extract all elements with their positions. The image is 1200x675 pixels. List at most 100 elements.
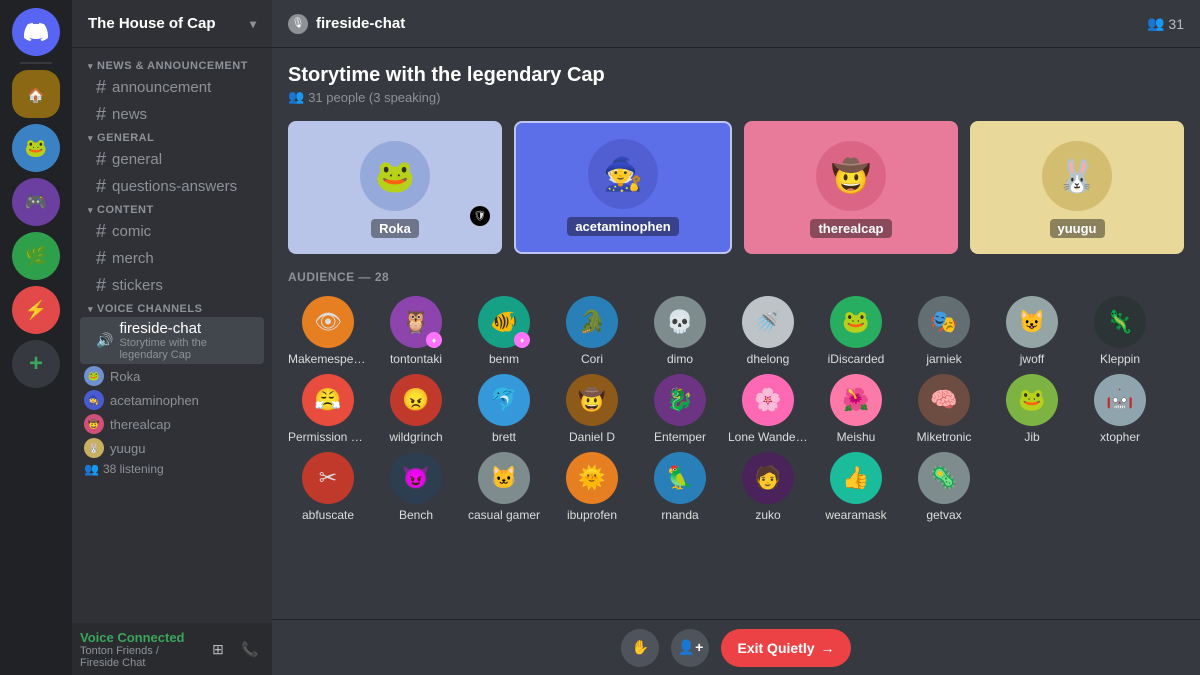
audience-member-jib[interactable]: 🐸Jib (992, 374, 1072, 444)
audience-member-wildgrinch[interactable]: 😠wildgrinch (376, 374, 456, 444)
sound-settings-icon[interactable]: ⊞ (204, 635, 232, 663)
server-2[interactable]: 🐸 (12, 124, 60, 172)
hash-icon: # (96, 221, 106, 242)
server-name: The House of Cap (88, 15, 216, 32)
audience-member-brett[interactable]: 🐬brett (464, 374, 544, 444)
audience-member-abfuscate[interactable]: ✂abfuscate (288, 452, 368, 522)
channel-list: ▾ NEWS & ANNOUNCEMENT # announcement # n… (72, 48, 272, 623)
category-label: GENERAL (97, 132, 154, 144)
audience-member-getvax[interactable]: 🦠getvax (904, 452, 984, 522)
avatar-therealcap: 🤠 (84, 414, 104, 434)
collapse-arrow: ▾ (88, 133, 93, 144)
member-count: 👥 31 (1147, 15, 1184, 32)
audience-name: dhelong (728, 352, 808, 366)
collapse-arrow: ▾ (88, 205, 93, 216)
category-voice[interactable]: ▾ VOICE CHANNELS (72, 299, 272, 317)
server-bar: 🏠 🐸 🎮 🌿 ⚡ + (0, 0, 72, 675)
voice-connected-title: Voice Connected (80, 630, 200, 645)
channel-comic[interactable]: # comic (80, 218, 264, 245)
voice-user-roka[interactable]: 🐸 Roka (80, 364, 272, 388)
audience-member-entemper[interactable]: 🐉Entemper (640, 374, 720, 444)
audience-member-miketronic[interactable]: 🧠Miketronic (904, 374, 984, 444)
audience-member-permission-man[interactable]: 😤Permission Man (288, 374, 368, 444)
channel-questions-answers[interactable]: # questions-answers (80, 173, 264, 200)
audience-avatar: 🌸 (742, 374, 794, 426)
server-4[interactable]: 🌿 (12, 232, 60, 280)
audience-name: benm (464, 352, 544, 366)
audience-avatar: 🐬 (478, 374, 530, 426)
audience-member-bench[interactable]: 😈Bench (376, 452, 456, 522)
audience-member-wearamask[interactable]: 👍wearamask (816, 452, 896, 522)
audience-member-jarniek[interactable]: 🎭jarniek (904, 296, 984, 366)
audience-name: abfuscate (288, 508, 368, 522)
audience-member-dimo[interactable]: 💀dimo (640, 296, 720, 366)
disconnect-icon[interactable]: 📞 (236, 635, 264, 663)
voice-user-listening[interactable]: 👥 38 listening (80, 460, 272, 478)
audience-member-meishu[interactable]: 🌺Meishu (816, 374, 896, 444)
audience-member-makemespeakrr[interactable]: 👁Makemespeakrr (288, 296, 368, 366)
server-5[interactable]: ⚡ (12, 286, 60, 334)
channel-announcement[interactable]: # announcement (80, 74, 264, 101)
category-content[interactable]: ▾ CONTENT (72, 200, 272, 218)
audience-member-idiscarded[interactable]: 🐸iDiscarded (816, 296, 896, 366)
audience-member-daniel-d[interactable]: 🤠Daniel D (552, 374, 632, 444)
audience-member-casual-gamer[interactable]: 🐱casual gamer (464, 452, 544, 522)
mod-icon-roka: 🛡 (470, 206, 490, 226)
server-house-of-cap[interactable]: 🏠 (12, 70, 60, 118)
audience-member-zuko[interactable]: 🧑zuko (728, 452, 808, 522)
sidebar-bottom: Voice Connected Tonton Friends / Firesid… (72, 623, 272, 675)
audience-avatar: 💀 (654, 296, 706, 348)
discord-home-icon[interactable] (12, 8, 60, 56)
audience-member-tontontaki[interactable]: 🦉♦tontontaki (376, 296, 456, 366)
collapse-arrow: ▾ (88, 304, 93, 315)
audience-avatar: 😠 (390, 374, 442, 426)
category-label: VOICE CHANNELS (97, 303, 202, 315)
channel-stickers[interactable]: # stickers (80, 272, 264, 299)
channel-name: general (112, 151, 162, 168)
main-content: 🎙 fireside-chat 👥 31 Storytime with the … (272, 0, 1200, 675)
speaker-card-roka[interactable]: 🐸 Roka 🛡 (288, 121, 502, 254)
channel-fireside-chat[interactable]: 🔊 fireside-chat Storytime with the legen… (80, 317, 264, 364)
avatar-acetaminophen: 🧙 (84, 390, 104, 410)
server-header[interactable]: The House of Cap ▾ (72, 0, 272, 48)
speaker-card-acetaminophen[interactable]: 🧙 acetaminophen (514, 121, 732, 254)
audience-name: Permission Man (288, 430, 368, 444)
audience-avatar: 🐱 (478, 452, 530, 504)
speaker-card-therealcap[interactable]: 🤠 therealcap (744, 121, 958, 254)
speaker-card-yuugu[interactable]: 🐰 yuugu (970, 121, 1184, 254)
speaker-avatar-yuugu: 🐰 (1042, 141, 1112, 211)
audience-member-dhelong[interactable]: 🚿dhelong (728, 296, 808, 366)
audience-member-lone-wanderer[interactable]: 🌸Lone Wanderer (728, 374, 808, 444)
voice-user-acetaminophen[interactable]: 🧙 acetaminophen (80, 388, 272, 412)
audience-member-kleppin[interactable]: 🦎Kleppin (1080, 296, 1160, 366)
voice-channel-users: 🐸 Roka 🧙 acetaminophen 🤠 therealcap 🐰 yu… (80, 364, 272, 478)
stage-title-area: Storytime with the legendary Cap 👥 31 pe… (288, 64, 1184, 105)
exit-quietly-button[interactable]: Exit Quietly → (721, 629, 850, 667)
audience-avatar: 🤖 (1094, 374, 1146, 426)
listening-count: 38 listening (103, 462, 164, 476)
audience-name: Miketronic (904, 430, 984, 444)
audience-member-ibuprofen[interactable]: 🌞ibuprofen (552, 452, 632, 522)
add-server-button[interactable]: + (12, 340, 60, 388)
audience-member-cori[interactable]: 🐊Cori (552, 296, 632, 366)
audience-name: Kleppin (1080, 352, 1160, 366)
top-bar: 🎙 fireside-chat 👥 31 (272, 0, 1200, 48)
audience-name: wearamask (816, 508, 896, 522)
invite-button[interactable]: 👤+ (671, 629, 709, 667)
audience-member-benm[interactable]: 🐠♦benm (464, 296, 544, 366)
audience-member-jwoff[interactable]: 😺jwoff (992, 296, 1072, 366)
voice-user-therealcap[interactable]: 🤠 therealcap (80, 412, 272, 436)
channel-news[interactable]: # news (80, 101, 264, 128)
stage-subtitle: 👥 31 people (3 speaking) (288, 89, 1184, 105)
server-3[interactable]: 🎮 (12, 178, 60, 226)
channel-general[interactable]: # general (80, 146, 264, 173)
audience-member-rnanda[interactable]: 🦜rnanda (640, 452, 720, 522)
voice-user-yuugu[interactable]: 🐰 yuugu (80, 436, 272, 460)
member-icon: 👥 (1147, 15, 1164, 32)
category-news[interactable]: ▾ NEWS & ANNOUNCEMENT (72, 56, 272, 74)
audience-member-xtopher[interactable]: 🤖xtopher (1080, 374, 1160, 444)
raise-hand-button[interactable]: ✋ (621, 629, 659, 667)
channel-merch[interactable]: # merch (80, 245, 264, 272)
speaker-name-therealcap: therealcap (810, 219, 891, 238)
category-general[interactable]: ▾ GENERAL (72, 128, 272, 146)
